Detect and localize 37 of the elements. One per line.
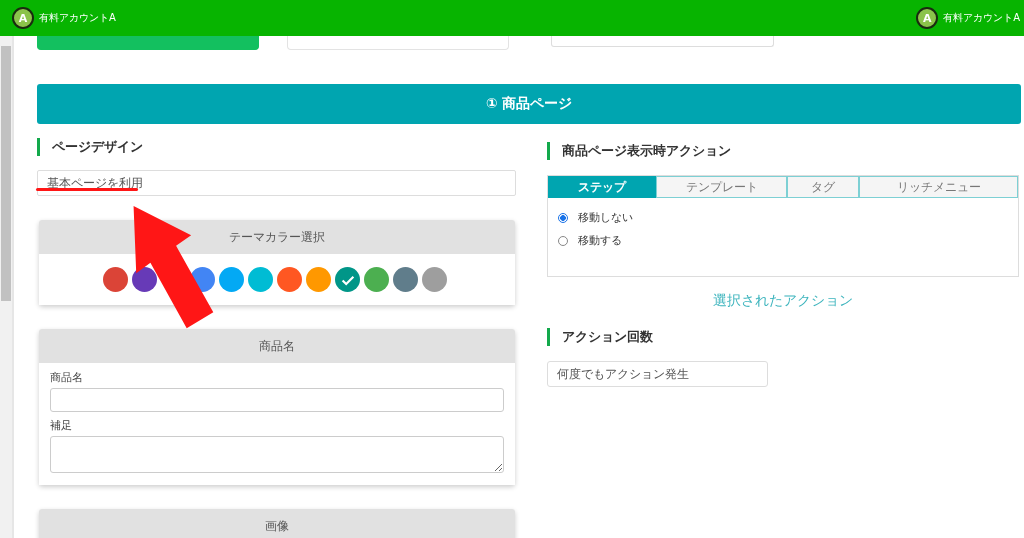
account-name[interactable]: 有料アカウントA — [39, 11, 116, 25]
color-swatch[interactable] — [277, 267, 302, 292]
color-swatch[interactable] — [306, 267, 331, 292]
panel-title: テーマカラー選択 — [39, 220, 515, 254]
color-swatch[interactable] — [422, 267, 447, 292]
color-swatch[interactable] — [335, 267, 360, 292]
text-area[interactable] — [50, 436, 504, 473]
color-swatch[interactable] — [393, 267, 418, 292]
input-field[interactable] — [551, 36, 774, 47]
avatar: A — [916, 7, 939, 29]
color-swatch[interactable] — [132, 267, 157, 292]
tab[interactable]: リッチメニュー — [859, 176, 1018, 198]
radio-button[interactable] — [558, 235, 568, 246]
color-swatch[interactable] — [248, 267, 273, 292]
avatar: A — [12, 7, 34, 29]
section-banner: ① 商品ページ — [37, 84, 1021, 124]
section-heading: アクション回数 — [547, 328, 1019, 346]
color-swatch[interactable] — [103, 267, 128, 292]
color-swatch[interactable] — [364, 267, 389, 292]
color-swatch[interactable] — [219, 267, 244, 292]
scrollbar[interactable] — [0, 36, 14, 538]
tab[interactable]: テンプレート — [656, 176, 787, 198]
count-select[interactable]: 何度でもアクション発生 — [547, 361, 768, 387]
input-field[interactable] — [50, 388, 504, 412]
panel-title: 商品名 — [39, 329, 515, 363]
radio-label[interactable]: 移動する — [578, 233, 622, 248]
section-heading: 商品ページ表示時アクション — [547, 142, 1019, 160]
tab[interactable]: タグ — [787, 176, 859, 198]
field-label: 商品名 — [50, 370, 84, 385]
radio-label[interactable]: 移動しない — [578, 210, 633, 225]
panel-title: 画像 — [39, 509, 515, 538]
tab[interactable]: ステップ — [548, 176, 656, 198]
section-heading: ページデザイン — [37, 138, 516, 156]
account-name[interactable]: 有料アカウントA — [943, 11, 1020, 25]
selected-action-link[interactable]: 選択されたアクション — [713, 292, 853, 310]
field-label: 補足 — [50, 418, 73, 433]
radio-button[interactable] — [558, 212, 568, 223]
